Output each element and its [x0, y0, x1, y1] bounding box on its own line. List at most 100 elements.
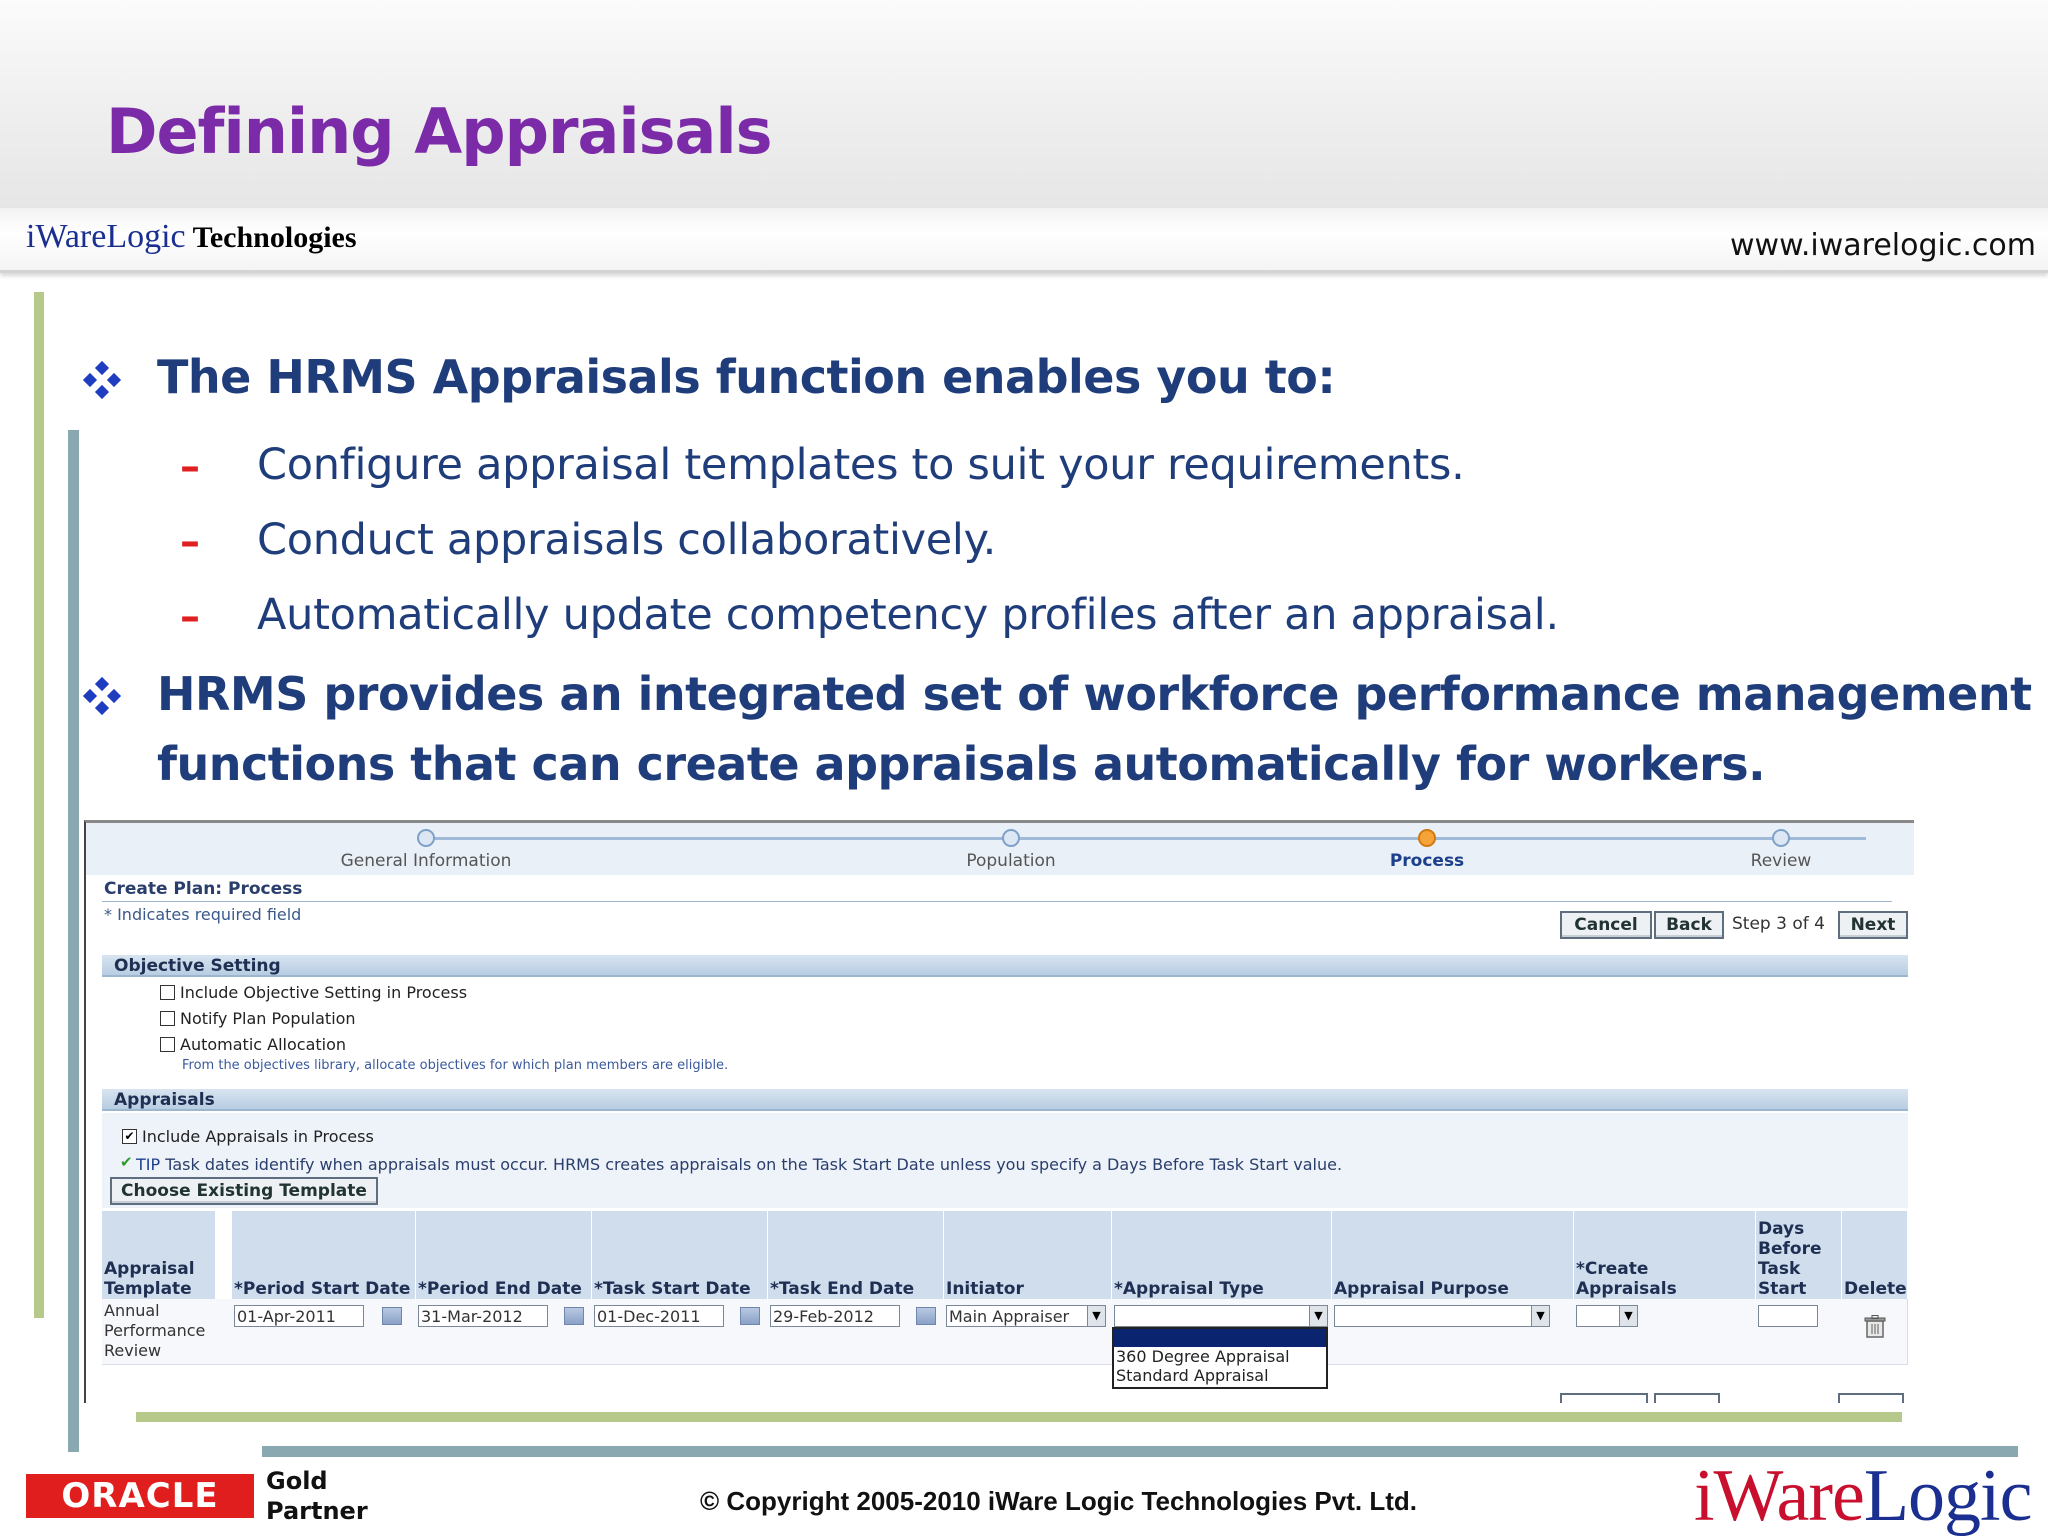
- train-step-dot[interactable]: [1772, 829, 1790, 847]
- col-header-delete-text: Delete: [1844, 1279, 1907, 1299]
- decor-bar-green: [34, 292, 44, 1318]
- diamond-bullet-icon: [82, 676, 122, 716]
- chevron-down-icon[interactable]: ▼: [1531, 1306, 1549, 1326]
- train-step-dot[interactable]: [417, 829, 435, 847]
- col-header-days-before-line3: Task: [1758, 1259, 1801, 1279]
- tip-check-icon: ✔: [120, 1153, 133, 1171]
- brand-logo-large: iWareLogic: [1694, 1454, 2033, 1539]
- brand-logo-small: iWareLogic Technologies: [26, 218, 357, 256]
- gold-partner-line2: Partner: [266, 1497, 368, 1525]
- dropdown-option-selected[interactable]: [1114, 1329, 1326, 1347]
- col-header-initiator-text: Initiator: [946, 1279, 1024, 1299]
- dropdown-option[interactable]: Standard Appraisal: [1114, 1366, 1326, 1385]
- train-step-general-information[interactable]: General Information: [341, 851, 512, 871]
- chevron-down-icon[interactable]: ▼: [1619, 1306, 1637, 1326]
- cancel-button-bottom-partial[interactable]: [1560, 1393, 1648, 1403]
- bullet-text-line2: functions that can create appraisals aut…: [157, 737, 1766, 791]
- calendar-icon[interactable]: [740, 1307, 760, 1325]
- include-appraisals-checkbox[interactable]: ✔: [122, 1129, 137, 1144]
- row-template-cell: Annual Performance Review: [104, 1301, 205, 1361]
- back-button[interactable]: Back: [1654, 911, 1724, 939]
- chevron-down-icon[interactable]: ▼: [1309, 1306, 1327, 1326]
- train-step-dot[interactable]: [1002, 829, 1020, 847]
- trash-icon[interactable]: [1864, 1315, 1886, 1339]
- slide-title: Defining Appraisals: [106, 95, 773, 168]
- tip-body: Task dates identify when appraisals must…: [160, 1155, 1343, 1174]
- chevron-down-icon[interactable]: ▼: [1087, 1306, 1105, 1326]
- oracle-logo: ORACLE: [26, 1474, 254, 1518]
- task-end-input[interactable]: 29-Feb-2012: [770, 1305, 900, 1327]
- col-header-days-before-line2: Before: [1758, 1239, 1822, 1259]
- back-button-bottom-partial[interactable]: [1654, 1393, 1720, 1403]
- step-info: Step 3 of 4: [1732, 914, 1825, 934]
- include-objective-checkbox[interactable]: [160, 985, 175, 1000]
- copyright-text: © Copyright 2005-2010 iWare Logic Techno…: [700, 1486, 1417, 1516]
- row-template-line2: Performance: [104, 1321, 206, 1340]
- days-before-input[interactable]: [1758, 1305, 1818, 1327]
- dash-bullet: –: [180, 594, 200, 640]
- col-header-create-appraisals-text: *Create Appraisals: [1576, 1259, 1677, 1299]
- notify-population-checkbox[interactable]: [160, 1011, 175, 1026]
- col-header-create-appraisals: *Create Appraisals: [1574, 1211, 1756, 1299]
- col-header-template-line2: Template: [104, 1279, 192, 1299]
- decor-bar-green-bottom: [136, 1412, 1902, 1422]
- appraisal-type-dropdown-list: 360 Degree Appraisal Standard Appraisal: [1112, 1327, 1328, 1389]
- sub-bullet-text: Automatically update competency profiles…: [257, 590, 1559, 640]
- col-header-days-before-line4: Start: [1758, 1279, 1807, 1299]
- brand-small-part3: Technologies: [185, 221, 357, 254]
- row-template-line3: Review: [104, 1341, 162, 1360]
- cancel-button[interactable]: Cancel: [1560, 911, 1652, 939]
- col-header-period-end: *Period End Date: [416, 1211, 592, 1299]
- calendar-icon[interactable]: [564, 1307, 584, 1325]
- next-button-bottom-partial[interactable]: [1838, 1393, 1904, 1403]
- col-header-template: Appraisal Template: [102, 1211, 216, 1299]
- col-header-template-line1: Appraisal: [104, 1259, 195, 1279]
- period-start-input[interactable]: 01-Apr-2011: [234, 1305, 364, 1327]
- app-screenshot: General Information Population Process R…: [84, 820, 1914, 1403]
- appraisals-section-header: Appraisals: [102, 1089, 1908, 1111]
- brand-large-part2: Logic: [1863, 1455, 2033, 1537]
- initiator-value: Main Appraiser: [949, 1307, 1070, 1326]
- choose-existing-template-button[interactable]: Choose Existing Template: [110, 1177, 378, 1205]
- col-header-task-start: *Task Start Date: [592, 1211, 768, 1299]
- automatic-allocation-checkbox[interactable]: [160, 1037, 175, 1052]
- col-header-period-end-text: *Period End Date: [418, 1279, 582, 1299]
- train-step-process: Process: [1389, 851, 1465, 871]
- appraisal-purpose-select[interactable]: [1334, 1305, 1550, 1327]
- brand-small-part2: Logic: [106, 218, 186, 255]
- col-header-appraisal-type: *Appraisal Type: [1112, 1211, 1332, 1299]
- include-appraisals-label: Include Appraisals in Process: [142, 1127, 374, 1146]
- col-header-task-start-text: *Task Start Date: [594, 1279, 751, 1299]
- train-step-review[interactable]: Review: [1751, 851, 1812, 871]
- next-button[interactable]: Next: [1838, 911, 1908, 939]
- bullet-text-line1: HRMS provides an integrated set of workf…: [157, 667, 2032, 721]
- page-title: Create Plan: Process: [104, 879, 303, 899]
- brand-large-part1: iWare: [1694, 1455, 1865, 1537]
- period-end-input[interactable]: 31-Mar-2012: [418, 1305, 548, 1327]
- initiator-select[interactable]: Main Appraiser: [946, 1305, 1106, 1327]
- sub-bullet-text: Configure appraisal templates to suit yo…: [257, 440, 1465, 490]
- brand-small-part1: iWare: [26, 218, 107, 255]
- dropdown-option[interactable]: 360 Degree Appraisal: [1114, 1347, 1326, 1366]
- required-note: * Indicates required field: [104, 905, 302, 924]
- col-header-initiator: Initiator: [944, 1211, 1112, 1299]
- train-line: [426, 837, 1866, 840]
- automatic-allocation-label: Automatic Allocation: [180, 1035, 347, 1054]
- col-header-days-before-line1: Days: [1758, 1219, 1805, 1239]
- calendar-icon[interactable]: [916, 1307, 936, 1325]
- train-step-population[interactable]: Population: [966, 851, 1055, 871]
- sub-bullet-text: Conduct appraisals collaboratively.: [257, 515, 996, 565]
- calendar-icon[interactable]: [382, 1307, 402, 1325]
- tip-label: TIP: [136, 1155, 161, 1174]
- title-underline: [102, 901, 1892, 902]
- include-objective-label: Include Objective Setting in Process: [180, 983, 468, 1002]
- task-start-input[interactable]: 01-Dec-2011: [594, 1305, 724, 1327]
- decor-bar-teal: [68, 430, 79, 1452]
- col-header-appraisal-type-text: *Appraisal Type: [1114, 1279, 1264, 1299]
- notify-population-label: Notify Plan Population: [180, 1009, 356, 1028]
- col-header-period-start: *Period Start Date: [232, 1211, 416, 1299]
- bullet-text: The HRMS Appraisals function enables you…: [157, 350, 1336, 404]
- col-header-delete: Delete: [1842, 1211, 1908, 1299]
- col-header-appraisal-purpose-text: Appraisal Purpose: [1334, 1279, 1509, 1299]
- appraisal-type-select[interactable]: [1114, 1305, 1328, 1327]
